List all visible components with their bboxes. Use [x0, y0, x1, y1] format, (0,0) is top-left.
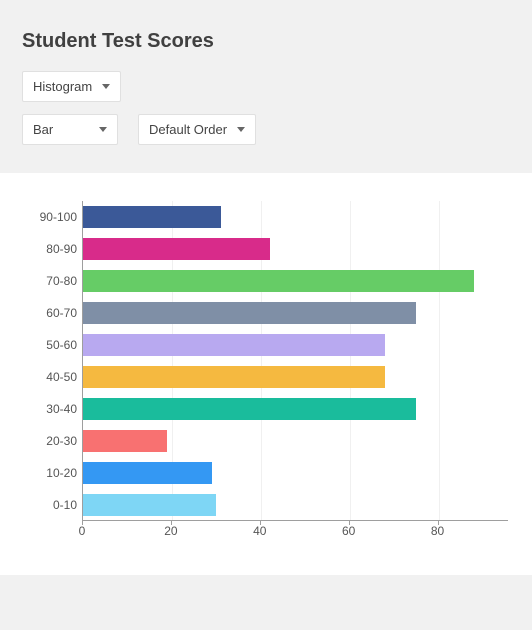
bar-chart: 90-100 80-90 70-80 60-70 50-60 40-50 30-40 20-3…	[24, 201, 508, 541]
sort-order-value: Default Order	[149, 122, 227, 137]
bar-row: 90-100	[83, 206, 221, 228]
x-tick-label: 40	[253, 524, 266, 538]
bar[interactable]	[83, 398, 416, 420]
bar-type-select[interactable]: Bar	[22, 114, 118, 145]
y-tick-label: 40-50	[25, 366, 77, 388]
bar[interactable]	[83, 462, 212, 484]
chart-panel: 90-100 80-90 70-80 60-70 50-60 40-50 30-40 20-3…	[0, 173, 532, 575]
gridline	[439, 201, 440, 520]
y-tick-label: 30-40	[25, 398, 77, 420]
chart-mode-select[interactable]: Histogram	[22, 71, 121, 102]
bar-type-value: Bar	[33, 122, 53, 137]
bar-row: 60-70	[83, 302, 416, 324]
bar-row: 80-90	[83, 238, 270, 260]
y-tick-label: 50-60	[25, 334, 77, 356]
y-tick-label: 10-20	[25, 462, 77, 484]
x-tick-label: 0	[79, 524, 86, 538]
chart-mode-value: Histogram	[33, 79, 92, 94]
controls-row-2: Bar Default Order	[22, 114, 510, 145]
bar[interactable]	[83, 238, 270, 260]
bar-row: 10-20	[83, 462, 212, 484]
bar[interactable]	[83, 494, 216, 516]
x-axis: 0 20 40 60 80	[82, 521, 508, 541]
gridline	[350, 201, 351, 520]
y-tick-label: 0-10	[25, 494, 77, 516]
bar-row: 40-50	[83, 366, 385, 388]
bar-row: 50-60	[83, 334, 385, 356]
bar[interactable]	[83, 366, 385, 388]
y-tick-label: 20-30	[25, 430, 77, 452]
bar-row: 70-80	[83, 270, 474, 292]
bar-row: 20-30	[83, 430, 167, 452]
sort-order-select[interactable]: Default Order	[138, 114, 256, 145]
y-tick-label: 90-100	[25, 206, 77, 228]
bar[interactable]	[83, 270, 474, 292]
chevron-down-icon	[99, 127, 107, 132]
bar-row: 30-40	[83, 398, 416, 420]
chevron-down-icon	[237, 127, 245, 132]
plot-area: 90-100 80-90 70-80 60-70 50-60 40-50 30-40 20-3…	[82, 201, 508, 521]
x-tick-label: 80	[431, 524, 444, 538]
x-tick-label: 20	[164, 524, 177, 538]
controls-row-1: Histogram	[22, 71, 510, 102]
bar[interactable]	[83, 334, 385, 356]
bar-row: 0-10	[83, 494, 216, 516]
bar[interactable]	[83, 430, 167, 452]
chevron-down-icon	[102, 84, 110, 89]
bar[interactable]	[83, 302, 416, 324]
page-title: Student Test Scores	[22, 30, 510, 53]
x-tick-label: 60	[342, 524, 355, 538]
y-tick-label: 60-70	[25, 302, 77, 324]
y-tick-label: 80-90	[25, 238, 77, 260]
y-tick-label: 70-80	[25, 270, 77, 292]
bar[interactable]	[83, 206, 221, 228]
